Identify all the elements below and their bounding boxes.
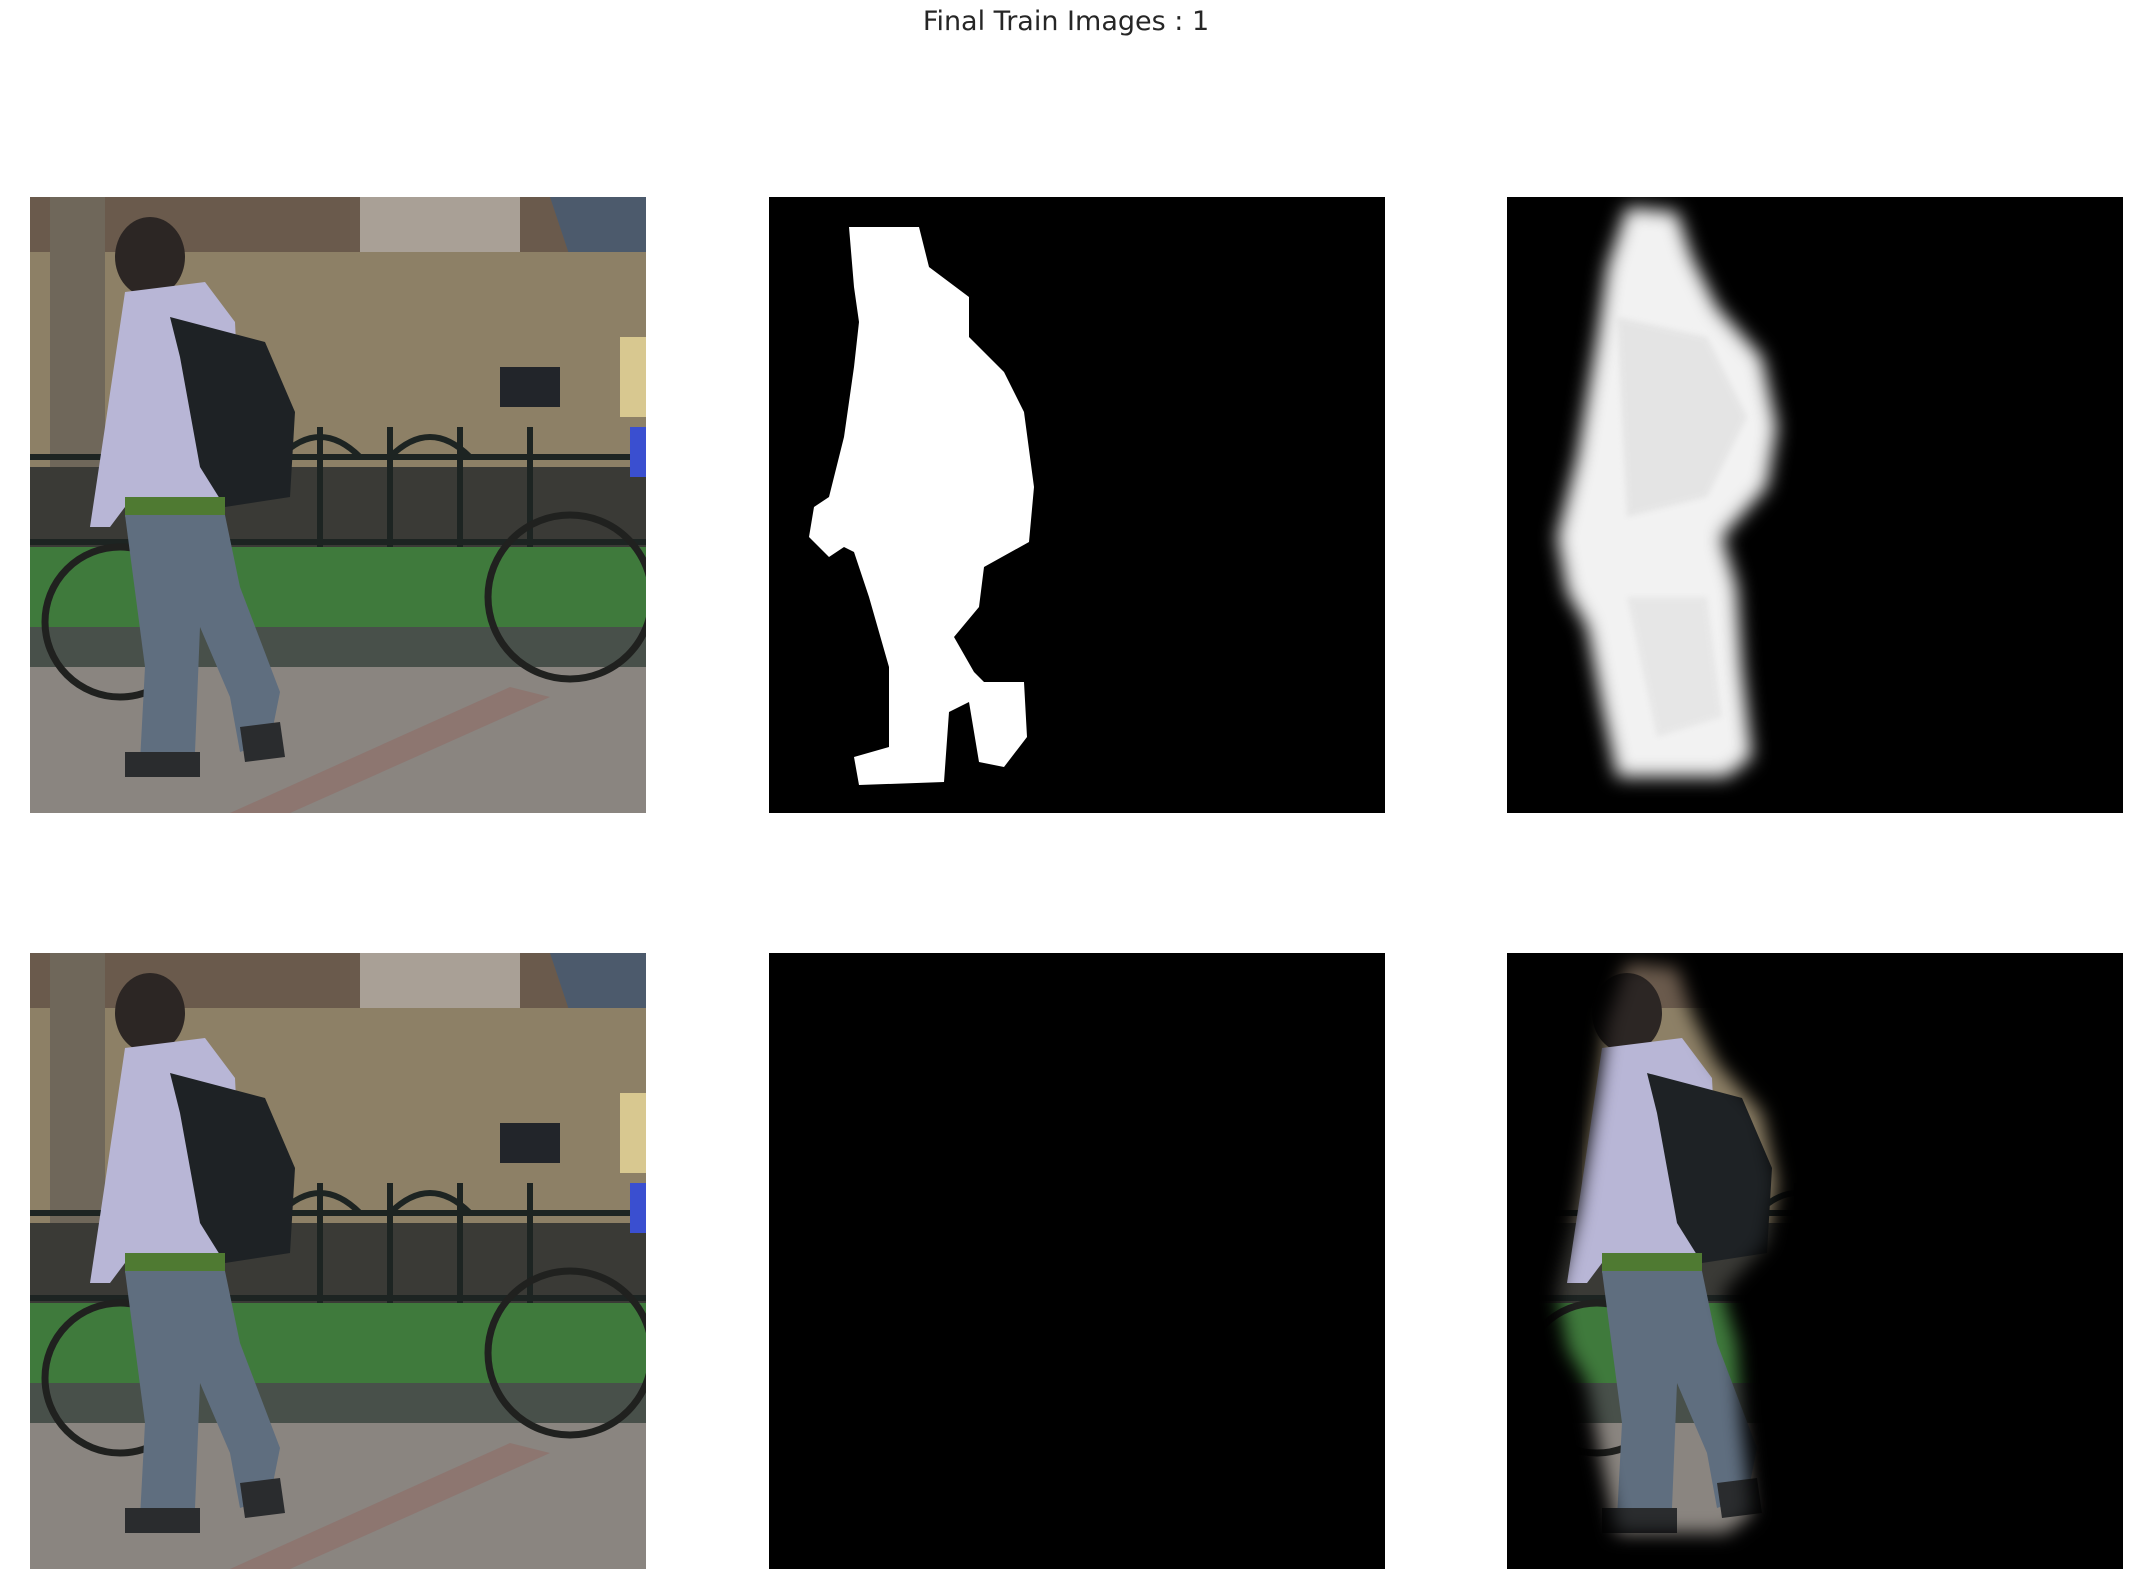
input-image-panel xyxy=(30,197,646,813)
soft-mask-image xyxy=(1507,197,2123,813)
ground-truth-mask-panel xyxy=(769,197,1385,813)
input-photo-copy xyxy=(30,953,646,1569)
input-image-copy-panel xyxy=(30,953,646,1569)
input-photo xyxy=(30,197,646,813)
ground-truth-cutout-panel xyxy=(769,953,1385,1569)
binary-mask-image xyxy=(769,197,1385,813)
predicted-cutout-panel xyxy=(1507,953,2123,1569)
soft-masked-photo-image xyxy=(1507,953,2123,1569)
masked-photo-image xyxy=(769,953,1385,1569)
predicted-mask-panel xyxy=(1507,197,2123,813)
figure-title: Final Train Images : 1 xyxy=(922,6,1210,37)
